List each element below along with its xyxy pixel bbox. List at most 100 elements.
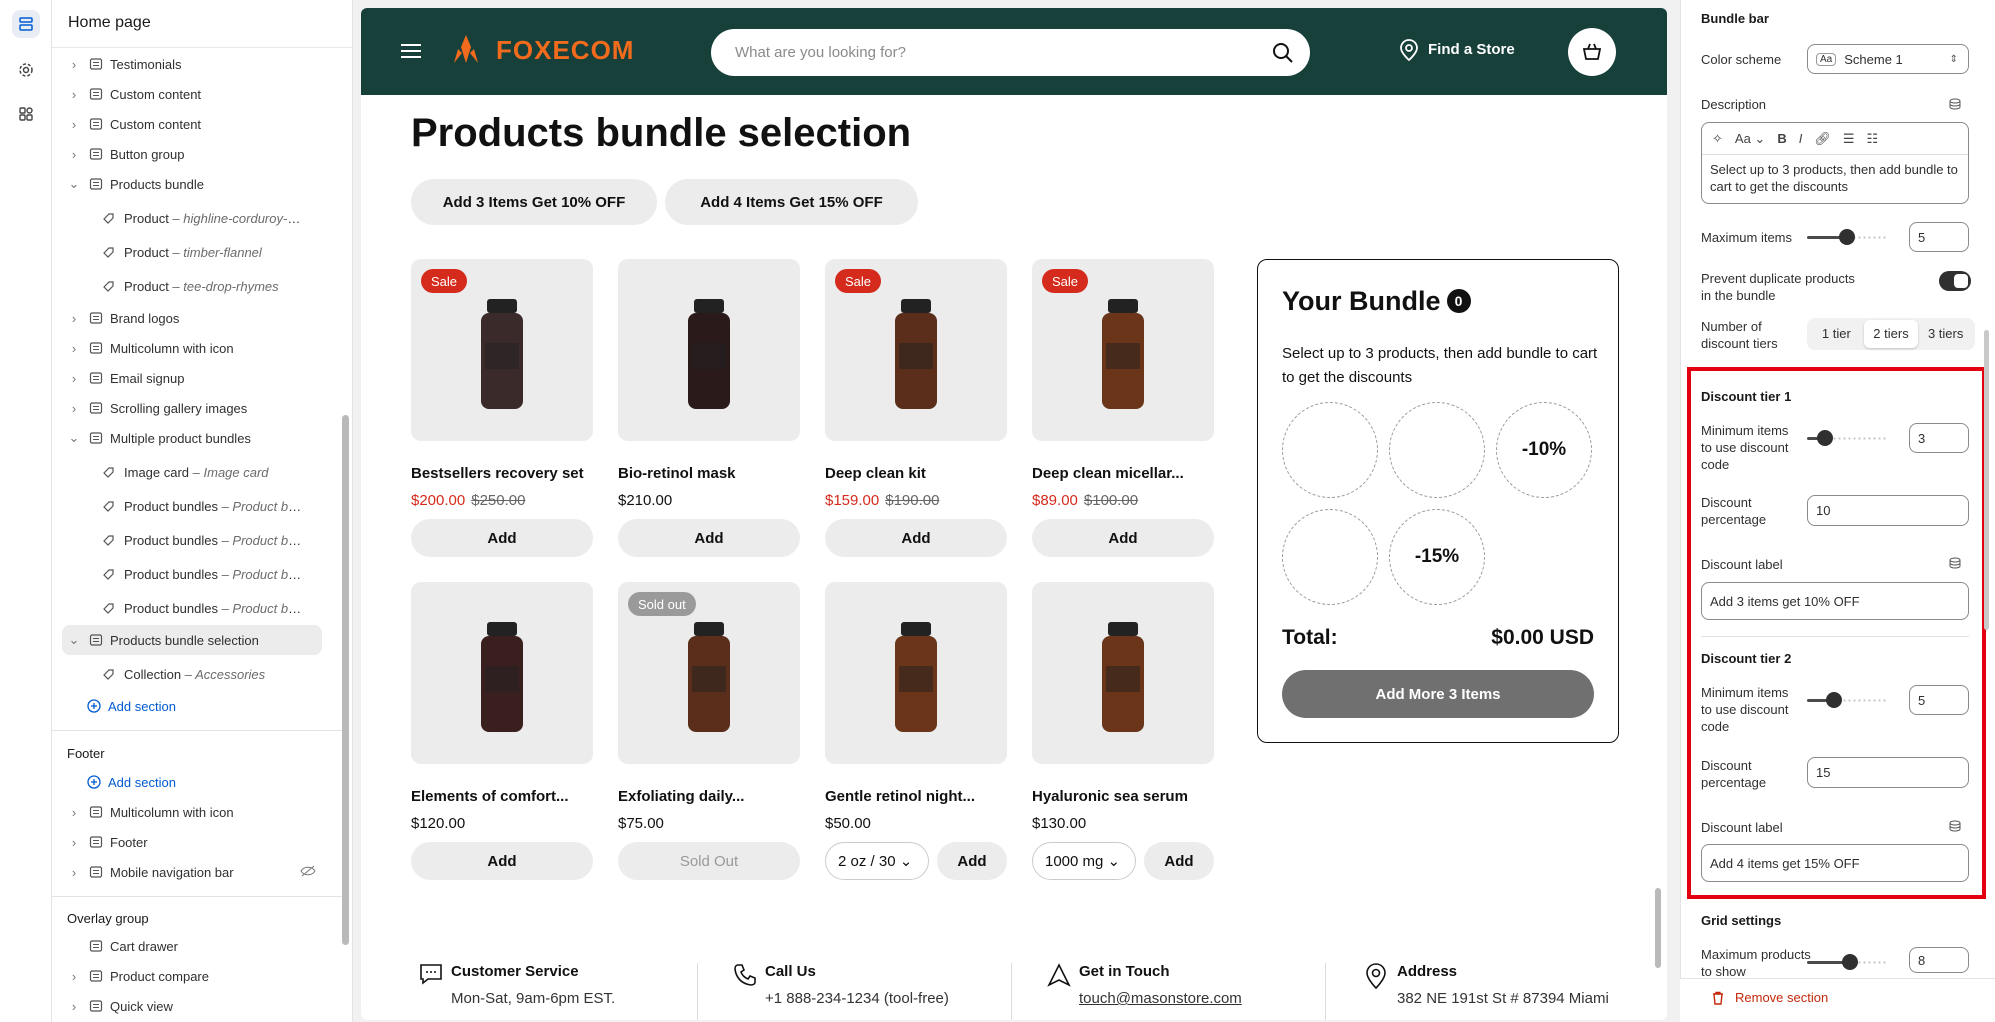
- description-editor[interactable]: ✧ Aa ⌄ B I 🔗︎ ☰ ☷ Select up to 3 product…: [1701, 122, 1969, 204]
- chevron-right-icon[interactable]: ›: [68, 147, 80, 162]
- product-name[interactable]: Exfoliating daily...: [618, 788, 800, 805]
- discount-pill[interactable]: Add 3 Items Get 10% OFF: [411, 179, 657, 225]
- add-more-button[interactable]: Add More 3 Items: [1282, 670, 1594, 718]
- section-tree-item[interactable]: › Multicolumn with icon: [52, 797, 342, 827]
- product-image[interactable]: Sold out: [618, 582, 800, 764]
- variant-select[interactable]: 2 oz / 30 ⌄: [825, 842, 929, 880]
- section-tree-item[interactable]: › Scrolling gallery images: [52, 393, 342, 423]
- chevron-right-icon[interactable]: ›: [68, 341, 80, 356]
- numbered-list-icon[interactable]: ☷: [1867, 131, 1879, 147]
- product-card[interactable]: Hyaluronic sea serum $130.00 1000 mg ⌄ Add: [1032, 582, 1214, 880]
- add-to-bundle-button[interactable]: Add: [1032, 519, 1214, 557]
- section-tree-item[interactable]: ⌄ Products bundle selection: [62, 625, 322, 655]
- tier-option-2[interactable]: 2 tiers: [1863, 320, 1919, 348]
- settings-gear-icon[interactable]: [12, 56, 40, 84]
- chevron-right-icon[interactable]: ›: [68, 999, 80, 1014]
- section-tree-item[interactable]: ⌄ Products bundle: [52, 169, 342, 199]
- section-tree-item[interactable]: Product – tee-drop-rhymes: [52, 271, 342, 301]
- settings-scrollbar[interactable]: [1984, 330, 1989, 630]
- section-tree-item[interactable]: › Button group: [52, 139, 342, 169]
- section-tree-item[interactable]: Product bundles – Product bundl...: [52, 593, 342, 623]
- section-tree-item[interactable]: › Product compare: [52, 961, 342, 991]
- max-items-slider[interactable]: [1807, 229, 1887, 245]
- chevron-right-icon[interactable]: ›: [68, 87, 80, 102]
- find-store-link[interactable]: Find a Store: [1428, 41, 1515, 58]
- section-tree-item[interactable]: ⌄ Multiple product bundles: [52, 423, 342, 453]
- product-name[interactable]: Hyaluronic sea serum: [1032, 788, 1214, 805]
- section-tree-item[interactable]: Cart drawer: [52, 931, 342, 961]
- prevent-dup-toggle[interactable]: [1939, 271, 1971, 291]
- section-tree-item[interactable]: Collection – Accessories: [52, 659, 342, 689]
- section-tree-item[interactable]: Image card – Image card: [52, 457, 342, 487]
- ai-sparkle-icon[interactable]: ✧: [1712, 131, 1723, 147]
- max-products-slider[interactable]: [1807, 954, 1887, 970]
- add-to-bundle-button[interactable]: Add: [937, 842, 1007, 880]
- sidebar-scrollbar[interactable]: [342, 415, 349, 945]
- description-text[interactable]: Select up to 3 products, then add bundle…: [1702, 155, 1968, 201]
- add-to-bundle-button[interactable]: Add: [618, 519, 800, 557]
- section-tree-item[interactable]: Product – timber-flannel: [52, 237, 342, 267]
- tier2-min-slider[interactable]: [1807, 692, 1887, 708]
- product-name[interactable]: Gentle retinol night...: [825, 788, 1007, 805]
- product-image[interactable]: [1032, 582, 1214, 764]
- chevron-down-icon[interactable]: ⌄: [68, 632, 80, 647]
- eye-hidden-icon[interactable]: [300, 865, 316, 880]
- product-name[interactable]: Deep clean micellar...: [1032, 465, 1214, 482]
- cart-button[interactable]: [1568, 28, 1616, 76]
- bullet-list-icon[interactable]: ☰: [1843, 131, 1855, 147]
- chevron-right-icon[interactable]: ›: [68, 117, 80, 132]
- italic-icon[interactable]: I: [1799, 131, 1803, 146]
- chevron-right-icon[interactable]: ›: [68, 401, 80, 416]
- footer-email-link[interactable]: touch@masonstore.com: [1079, 990, 1242, 1007]
- product-card[interactable]: Bio-retinol mask $210.00 Add: [618, 259, 800, 557]
- section-tree-item[interactable]: › Custom content: [52, 79, 342, 109]
- bold-icon[interactable]: B: [1777, 131, 1786, 146]
- product-card[interactable]: Sold out Exfoliating daily... $75.00 Sold O…: [618, 582, 800, 880]
- chevron-right-icon[interactable]: ›: [68, 969, 80, 984]
- product-image[interactable]: Sale: [825, 259, 1007, 441]
- color-scheme-select[interactable]: Aa Scheme 1 ⇕: [1807, 44, 1969, 74]
- chevron-right-icon[interactable]: ›: [68, 371, 80, 386]
- add-section-button[interactable]: Add section: [52, 767, 342, 797]
- chevron-right-icon[interactable]: ›: [68, 57, 80, 72]
- sold-out-button[interactable]: Sold Out: [618, 842, 800, 880]
- section-tree-item[interactable]: Product bundles – Product bundl...: [52, 559, 342, 589]
- dynamic-source-icon[interactable]: [1949, 820, 1961, 832]
- text-format-button[interactable]: Aa ⌄: [1735, 131, 1765, 147]
- chevron-down-icon[interactable]: ⌄: [68, 176, 80, 191]
- section-tree-item[interactable]: › Email signup: [52, 363, 342, 393]
- add-to-bundle-button[interactable]: Add: [411, 519, 593, 557]
- section-tree-item[interactable]: Product – highline-corduroy-pant: [52, 203, 342, 233]
- product-image[interactable]: [618, 259, 800, 441]
- footer-info-text[interactable]: +1 888-234-1234 (tool-free): [765, 990, 949, 1007]
- product-card[interactable]: Elements of comfort... $120.00 Add: [411, 582, 593, 880]
- max-products-input[interactable]: 8: [1909, 947, 1969, 973]
- tier1-min-slider[interactable]: [1807, 430, 1887, 446]
- product-card[interactable]: Gentle retinol night... $50.00 2 oz / 30 ⌄…: [825, 582, 1007, 880]
- sections-icon[interactable]: [12, 10, 40, 38]
- product-card[interactable]: Sale Deep clean kit $159.00 $190.00 Add: [825, 259, 1007, 557]
- add-to-bundle-button[interactable]: Add: [411, 842, 593, 880]
- discount-pill[interactable]: Add 4 Items Get 15% OFF: [665, 179, 918, 225]
- tier1-label-input[interactable]: Add 3 items get 10% OFF: [1701, 582, 1969, 620]
- store-search[interactable]: What are you looking for?: [711, 29, 1310, 76]
- menu-icon[interactable]: [401, 43, 421, 62]
- add-section-button[interactable]: Add section: [52, 691, 342, 721]
- preview-scrollbar[interactable]: [1655, 888, 1661, 968]
- chevron-down-icon[interactable]: ⌄: [68, 430, 80, 445]
- tier-option-3[interactable]: 3 tiers: [1918, 320, 1973, 348]
- product-name[interactable]: Elements of comfort...: [411, 788, 593, 805]
- section-tree-item[interactable]: Product bundles – Product bundl...: [52, 491, 342, 521]
- chevron-right-icon[interactable]: ›: [68, 805, 80, 820]
- section-tree-item[interactable]: › Brand logos: [52, 303, 342, 333]
- dynamic-source-icon[interactable]: [1949, 557, 1961, 569]
- section-tree-item[interactable]: › Quick view: [52, 991, 342, 1021]
- dynamic-source-icon[interactable]: [1949, 98, 1961, 110]
- link-icon[interactable]: 🔗︎: [1814, 131, 1831, 147]
- product-name[interactable]: Bestsellers recovery set: [411, 465, 593, 482]
- tier1-min-input[interactable]: 3: [1909, 423, 1969, 453]
- chevron-right-icon[interactable]: ›: [68, 835, 80, 850]
- variant-select[interactable]: 1000 mg ⌄: [1032, 842, 1136, 880]
- add-to-bundle-button[interactable]: Add: [1144, 842, 1214, 880]
- tier2-pct-input[interactable]: 15: [1807, 757, 1969, 788]
